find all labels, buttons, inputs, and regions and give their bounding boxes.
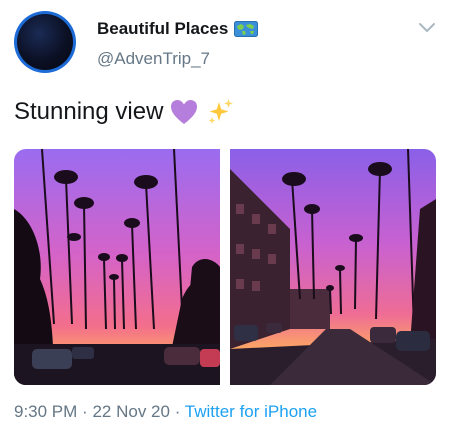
display-name[interactable]: Beautiful Places (97, 19, 228, 39)
sparkles-icon (205, 97, 235, 127)
tweet-text: Stunning view (14, 98, 164, 125)
handle[interactable]: @AdvenTrip_7 (97, 49, 210, 69)
meta-separator: · (82, 402, 88, 421)
tweet-meta: 9:30 PM · 22 Nov 20 · Twitter for iPhone (14, 402, 317, 422)
world-map-icon (234, 21, 259, 37)
tweet-time[interactable]: 9:30 PM (14, 402, 77, 421)
tweet-date[interactable]: 22 Nov 20 (92, 402, 170, 421)
tweet: Beautiful Places @AdvenTrip_7 Stunning v… (0, 0, 450, 435)
avatar-image (17, 14, 73, 70)
avatar[interactable] (14, 11, 76, 73)
display-name-row[interactable]: Beautiful Places (97, 19, 259, 39)
chevron-down-icon[interactable] (417, 20, 437, 34)
tweet-photo-2[interactable] (230, 149, 436, 385)
tweet-source-link[interactable]: Twitter for iPhone (185, 402, 317, 421)
tweet-photo-1[interactable] (14, 149, 220, 385)
tweet-text-row: Stunning view (14, 97, 235, 127)
meta-separator-2: · (174, 402, 181, 421)
purple-heart-icon (169, 97, 199, 127)
